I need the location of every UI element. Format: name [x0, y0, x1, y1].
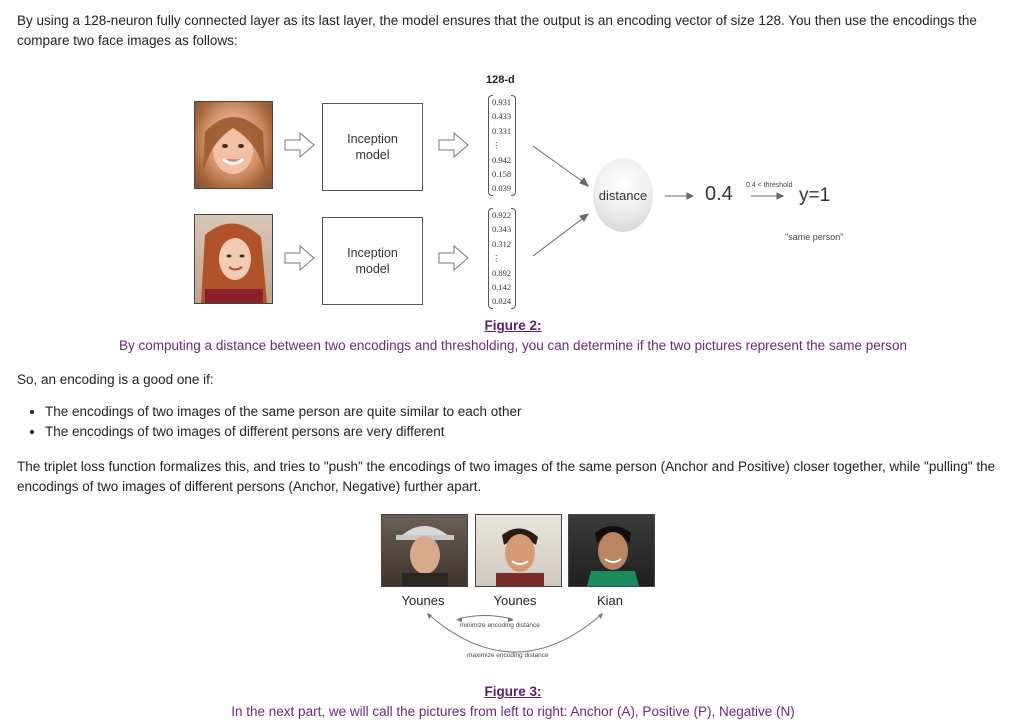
figure-3-title: Figure 3: — [484, 684, 542, 699]
arrowhead-icon — [598, 613, 603, 619]
minimize-label: minimize encoding distance — [460, 622, 540, 629]
figure-3-arrows — [427, 613, 603, 653]
figure-3-caption: In the next part, we will call the pictu… — [231, 704, 795, 719]
maximize-label: maximize encoding distance — [467, 652, 549, 659]
arrowhead-icon — [427, 613, 432, 619]
minimize-arc — [457, 615, 513, 620]
maximize-arc — [427, 613, 603, 653]
